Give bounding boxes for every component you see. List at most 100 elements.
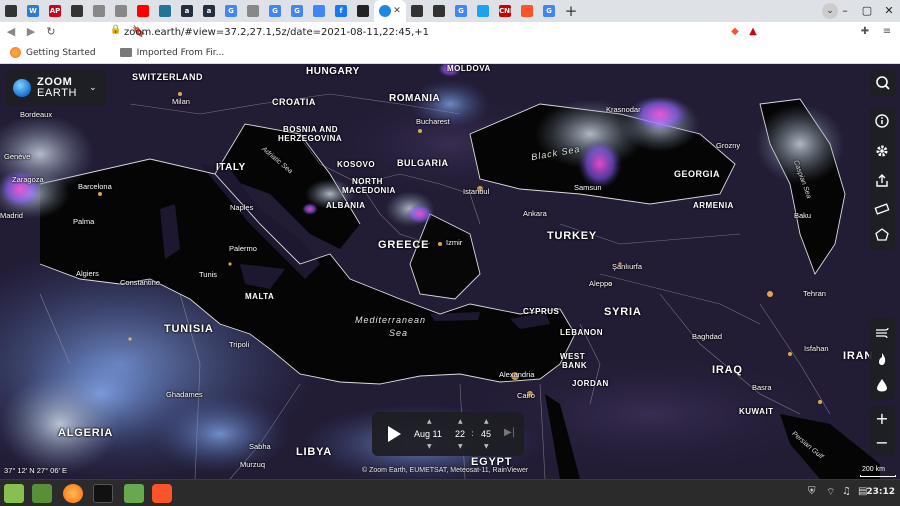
reload-button[interactable]: ↻: [42, 23, 60, 41]
browser-tab[interactable]: G: [264, 0, 286, 22]
search-button[interactable]: [870, 70, 896, 96]
label-barcelona: Barcelona: [78, 182, 112, 191]
browser-tab[interactable]: [0, 0, 22, 22]
settings-button[interactable]: [869, 138, 895, 164]
new-tab-button[interactable]: +: [560, 0, 582, 22]
maximize-button[interactable]: ▢: [858, 2, 876, 20]
label-algeria: ALGERIA: [58, 427, 114, 439]
label-albania: ALBANIA: [326, 201, 366, 210]
browser-tab[interactable]: a: [176, 0, 198, 22]
wind-layer-button[interactable]: [869, 320, 895, 346]
wifi-icon[interactable]: ⌔: [826, 486, 835, 499]
cnn-icon: CNN: [499, 5, 511, 17]
back-button[interactable]: ◀: [2, 23, 20, 41]
browser-tab[interactable]: G: [450, 0, 472, 22]
browser-tab[interactable]: [66, 0, 88, 22]
brave-rewards-icon[interactable]: ▲: [746, 25, 760, 39]
label-georgia: GEORGIA: [674, 169, 721, 179]
close-window-button[interactable]: ✕: [880, 2, 898, 20]
label-tunisia: TUNISIA: [164, 323, 214, 335]
mint-menu-icon[interactable]: [4, 484, 24, 503]
zoom-in-button[interactable]: +: [869, 406, 895, 432]
browser-tab[interactable]: f: [330, 0, 352, 22]
address-url[interactable]: zoom.earth/#view=37.2,27.1,5z/date=2021-…: [124, 27, 429, 38]
rain-layer-button[interactable]: [869, 372, 895, 398]
label-sea: Sea: [389, 328, 409, 338]
minute-down-chevron[interactable]: ▼: [484, 443, 489, 450]
google-icon: G: [225, 5, 237, 17]
date-down-chevron[interactable]: ▼: [427, 443, 432, 450]
label-tehran: Tehran: [803, 289, 826, 298]
browser-tab[interactable]: [308, 0, 330, 22]
browser-tab[interactable]: CNN: [494, 0, 516, 22]
extensions-icon[interactable]: ✚: [858, 25, 872, 39]
menu-icon[interactable]: ≡: [880, 25, 894, 39]
play-icon[interactable]: [388, 426, 401, 442]
firefox-icon[interactable]: [63, 484, 83, 503]
scale-label: 200 km: [862, 466, 885, 473]
draw-button[interactable]: [869, 222, 895, 248]
bookmark-label: Imported From Fir...: [136, 47, 225, 58]
browser-tab[interactable]: [472, 0, 494, 22]
browser-tab[interactable]: [88, 0, 110, 22]
browser-tab[interactable]: AP: [44, 0, 66, 22]
clock[interactable]: 23:12: [866, 487, 895, 497]
browser-tab[interactable]: [428, 0, 450, 22]
zoom-earth-icon: [379, 5, 392, 17]
browser-tab[interactable]: [154, 0, 176, 22]
browser-tab[interactable]: G: [220, 0, 242, 22]
fire-icon: [879, 353, 886, 365]
time-minute[interactable]: 45: [481, 429, 491, 439]
browser-tab[interactable]: [242, 0, 264, 22]
tab-active-zoom-earth[interactable]: ✕: [374, 0, 406, 22]
google-icon: G: [543, 5, 555, 17]
minimize-button[interactable]: –: [836, 2, 854, 20]
tab-strip: WAPaaGGGf✕GCNNG+: [0, 0, 900, 22]
browser-tab[interactable]: G: [538, 0, 560, 22]
fire-layer-button[interactable]: [869, 346, 895, 372]
browser-tab[interactable]: W: [22, 0, 44, 22]
label-bank: BANK: [562, 361, 588, 370]
music-icon[interactable]: ♫: [842, 486, 851, 497]
close-tab-icon[interactable]: ✕: [393, 6, 401, 16]
label-ankara: Ankara: [523, 209, 547, 218]
label-turkey: TURKEY: [547, 230, 598, 242]
bookmark-getting-started[interactable]: Getting Started: [10, 47, 96, 58]
measure-button[interactable]: [869, 196, 895, 222]
share-button[interactable]: [869, 168, 895, 194]
zoom-earth-logo-button[interactable]: ZOOM EARTH ⌄: [5, 70, 107, 106]
browser-tab[interactable]: G: [286, 0, 308, 22]
github-icon: [71, 5, 83, 17]
hour-up-chevron[interactable]: ▲: [458, 418, 463, 425]
forward-button[interactable]: ▶: [22, 23, 40, 41]
skip-forward-icon[interactable]: ▶|: [504, 427, 515, 438]
brave-icon[interactable]: [152, 484, 172, 503]
amazon-icon: a: [203, 5, 215, 17]
hour-down-chevron[interactable]: ▼: [458, 443, 463, 450]
browser-tab[interactable]: [352, 0, 374, 22]
label-algiers: Algiers: [76, 269, 99, 278]
desktop-icon[interactable]: [32, 484, 52, 503]
browser-tab[interactable]: [132, 0, 154, 22]
brave-shields-icon[interactable]: ◆: [728, 25, 742, 39]
browser-tab[interactable]: [406, 0, 428, 22]
info-button[interactable]: [869, 108, 895, 134]
time-date[interactable]: Aug 11: [414, 429, 442, 439]
search-icon: [876, 76, 890, 90]
address-bar[interactable]: 🔒 zoom.earth/#view=37.2,27.1,5z/date=202…: [110, 23, 770, 41]
shield-icon[interactable]: ⛨: [808, 486, 816, 497]
bookmark-imported-folder[interactable]: Imported From Fir...: [119, 47, 225, 58]
browser-tab[interactable]: [110, 0, 132, 22]
time-hour[interactable]: 22: [455, 429, 465, 439]
terminal-icon[interactable]: [93, 484, 113, 503]
browser-tab[interactable]: [516, 0, 538, 22]
files-icon[interactable]: [124, 484, 144, 503]
zoom-out-button[interactable]: −: [869, 430, 895, 456]
folder-icon: [119, 48, 132, 57]
label-bucharest: Bucharest: [416, 117, 450, 126]
browser-tab[interactable]: a: [198, 0, 220, 22]
label-istanbul: Istanbul: [463, 187, 490, 196]
label-constantine: Constantine: [120, 278, 161, 287]
date-up-chevron[interactable]: ▲: [427, 418, 432, 425]
minute-up-chevron[interactable]: ▲: [484, 418, 489, 425]
